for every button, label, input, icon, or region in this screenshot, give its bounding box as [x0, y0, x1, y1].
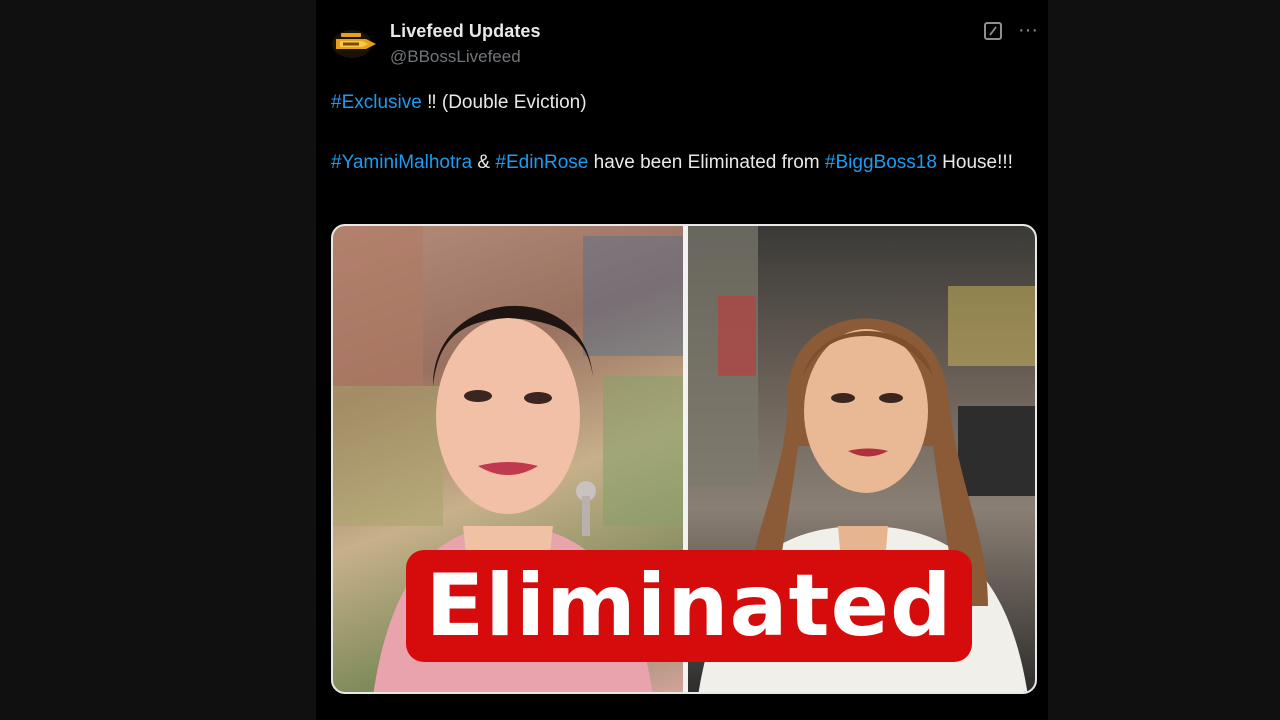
tweet-line-2: #YaminiMalhotra & #EdinRose have been El…: [331, 148, 1031, 178]
hashtag-edin-rose[interactable]: #EdinRose: [495, 152, 588, 173]
house-text: House!!!: [936, 152, 1013, 173]
hashtag-bigg-boss-18[interactable]: #BiggBoss18: [825, 152, 937, 173]
tweet-media[interactable]: Eliminated: [331, 224, 1037, 694]
grok-icon[interactable]: [984, 22, 1002, 40]
hashtag-yamini-malhotra[interactable]: #YaminiMalhotra: [331, 152, 472, 173]
tweet-text: #Exclusive ‼ (Double Eviction) #YaminiMa…: [331, 88, 1031, 178]
slash-icon: [989, 26, 997, 36]
bigg-boss-logo-icon: [332, 30, 376, 58]
background-left: [0, 0, 316, 720]
eliminated-from-text: have been Eliminated from: [588, 152, 825, 173]
display-name[interactable]: Livefeed Updates: [390, 21, 541, 42]
tweet-card: Livefeed Updates @BBossLivefeed ··· #Exc…: [316, 0, 1048, 720]
user-handle[interactable]: @BBossLivefeed: [390, 47, 521, 67]
ampersand-text: &: [472, 152, 496, 173]
tweet-line-1: #Exclusive ‼ (Double Eviction): [331, 88, 1031, 118]
more-icon[interactable]: ···: [1016, 18, 1040, 42]
tweet-line-1-text: ‼ (Double Eviction): [421, 92, 587, 113]
eliminated-banner: Eliminated: [406, 550, 972, 662]
hashtag-exclusive[interactable]: #Exclusive: [331, 92, 422, 113]
avatar[interactable]: [330, 24, 382, 64]
background-right: [1048, 0, 1280, 720]
